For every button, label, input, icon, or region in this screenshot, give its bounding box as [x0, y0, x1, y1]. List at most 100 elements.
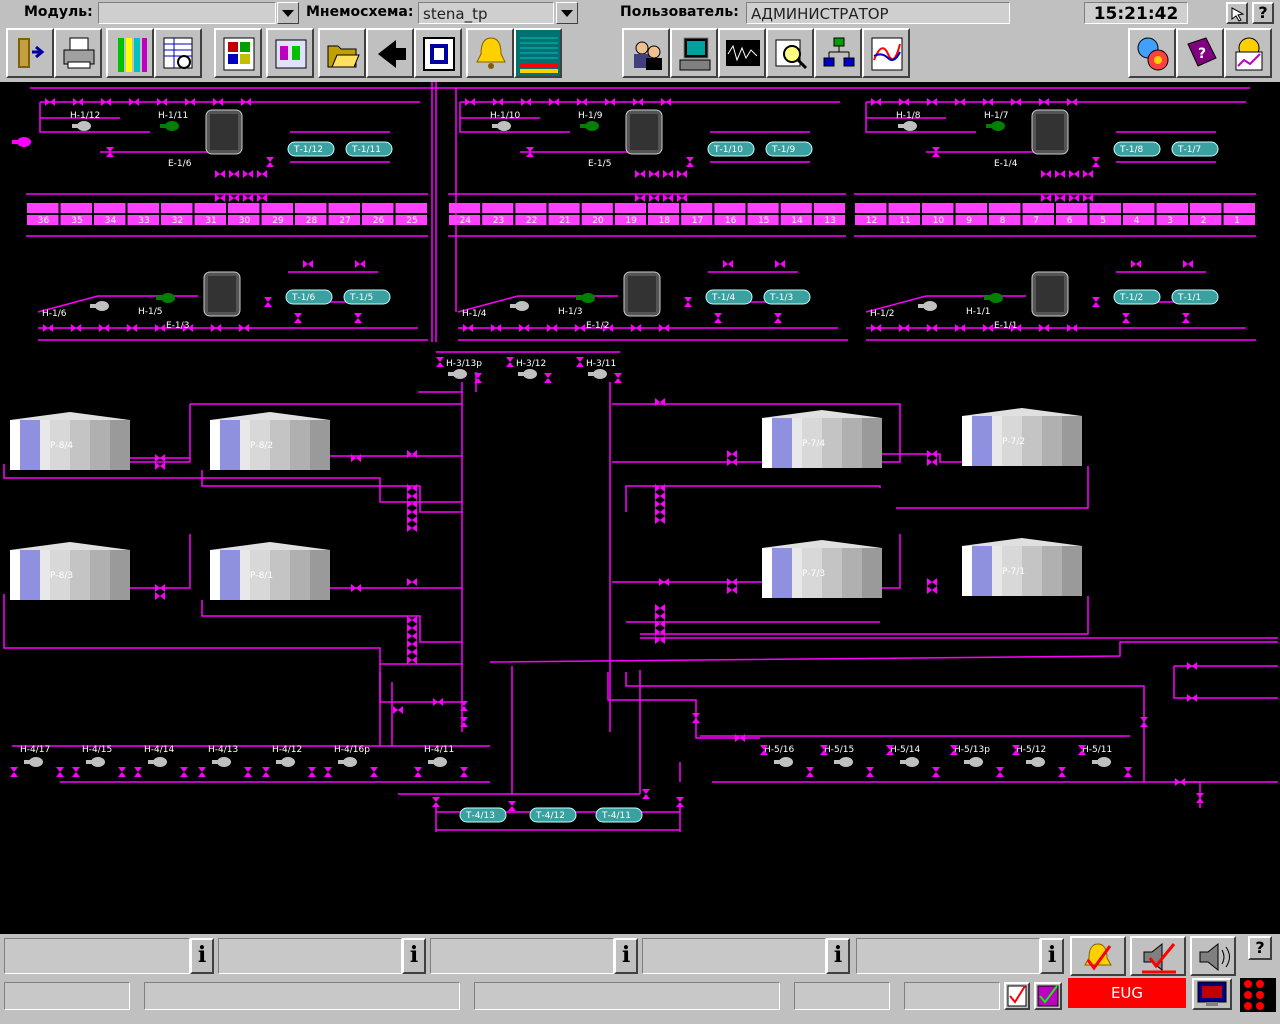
- module-dropdown-button[interactable]: [277, 2, 299, 24]
- valve[interactable]: [506, 357, 514, 367]
- valve[interactable]: [774, 313, 782, 323]
- valve[interactable]: [642, 789, 650, 799]
- valve[interactable]: [351, 454, 361, 462]
- help-book-button[interactable]: ?: [1176, 28, 1224, 78]
- alarm-bell-button[interactable]: [466, 28, 514, 78]
- valve[interactable]: [655, 612, 665, 620]
- info-button-5[interactable]: i: [1040, 938, 1064, 974]
- info-button-3[interactable]: i: [614, 938, 638, 974]
- valve[interactable]: [577, 98, 587, 106]
- manifold-cell[interactable]: [747, 203, 779, 213]
- valve[interactable]: [1067, 98, 1077, 106]
- valve[interactable]: [927, 578, 937, 586]
- valve[interactable]: [407, 624, 417, 632]
- manifold-cell[interactable]: [955, 203, 988, 213]
- pump[interactable]: [898, 121, 917, 131]
- valve[interactable]: [244, 767, 252, 777]
- vessel-tank[interactable]: [625, 109, 663, 155]
- valve[interactable]: [264, 297, 272, 307]
- valve[interactable]: [899, 324, 909, 332]
- valve[interactable]: [474, 373, 482, 383]
- manifold-cell[interactable]: [127, 203, 160, 213]
- valve[interactable]: [460, 717, 468, 727]
- pump[interactable]: [338, 757, 357, 767]
- valve[interactable]: [775, 260, 785, 268]
- pump[interactable]: [276, 757, 295, 767]
- valve[interactable]: [605, 98, 615, 106]
- valve[interactable]: [243, 194, 253, 202]
- valve[interactable]: [649, 170, 659, 178]
- valve[interactable]: [659, 324, 669, 332]
- valve[interactable]: [727, 586, 737, 594]
- valve[interactable]: [508, 801, 516, 811]
- valve[interactable]: [257, 194, 267, 202]
- valve[interactable]: [407, 492, 417, 500]
- alarm-ack-button[interactable]: [1070, 936, 1126, 976]
- valve[interactable]: [684, 297, 692, 307]
- valve[interactable]: [491, 324, 501, 332]
- valve[interactable]: [155, 462, 165, 470]
- valve[interactable]: [155, 454, 165, 462]
- valve[interactable]: [983, 324, 993, 332]
- valve[interactable]: [1092, 297, 1100, 307]
- valve[interactable]: [407, 524, 417, 532]
- valve[interactable]: [1011, 98, 1021, 106]
- valve[interactable]: [676, 797, 684, 807]
- manifold-cell[interactable]: [228, 203, 260, 213]
- valve[interactable]: [229, 170, 239, 178]
- monitor-button[interactable]: [1192, 978, 1232, 1010]
- manifold-cell[interactable]: [395, 203, 428, 213]
- open-folder-button[interactable]: [318, 28, 366, 78]
- valve[interactable]: [659, 578, 669, 586]
- manifold-cell[interactable]: [515, 203, 547, 213]
- manifold-cell[interactable]: [1190, 203, 1222, 213]
- back-button[interactable]: [366, 28, 414, 78]
- check-button[interactable]: [1004, 982, 1030, 1010]
- valve[interactable]: [155, 592, 165, 600]
- pump[interactable]: [984, 293, 1003, 303]
- pump[interactable]: [576, 293, 595, 303]
- valve[interactable]: [155, 324, 165, 332]
- valve[interactable]: [370, 767, 378, 777]
- valve[interactable]: [677, 170, 687, 178]
- valve[interactable]: [727, 458, 737, 466]
- valve[interactable]: [407, 484, 417, 492]
- valve[interactable]: [655, 492, 665, 500]
- pump[interactable]: [986, 121, 1005, 131]
- valve[interactable]: [1039, 98, 1049, 106]
- manifold-cell[interactable]: [261, 203, 294, 213]
- manifold-cell[interactable]: [194, 203, 227, 213]
- valve[interactable]: [655, 516, 665, 524]
- valve[interactable]: [407, 450, 417, 458]
- valve[interactable]: [955, 324, 965, 332]
- valve[interactable]: [262, 767, 270, 777]
- valve[interactable]: [155, 584, 165, 592]
- valve[interactable]: [185, 98, 195, 106]
- operator-terminal-button[interactable]: [670, 28, 718, 78]
- valve[interactable]: [575, 324, 585, 332]
- valve[interactable]: [1055, 170, 1065, 178]
- valve[interactable]: [1187, 694, 1197, 702]
- pump[interactable]: [428, 757, 447, 767]
- trend-wave-button[interactable]: [718, 28, 766, 78]
- valve[interactable]: [407, 500, 417, 508]
- help-button[interactable]: ?: [1252, 2, 1274, 24]
- pump[interactable]: [1026, 757, 1045, 767]
- graph-window-button[interactable]: [1224, 28, 1272, 78]
- pump[interactable]: [90, 301, 109, 311]
- valve[interactable]: [180, 767, 188, 777]
- manifold-cell[interactable]: [813, 203, 845, 213]
- valve[interactable]: [655, 500, 665, 508]
- valve[interactable]: [215, 170, 225, 178]
- valve[interactable]: [1041, 170, 1051, 178]
- manifold-cell[interactable]: [1056, 203, 1088, 213]
- valve[interactable]: [436, 357, 444, 367]
- valve[interactable]: [433, 698, 443, 706]
- valve[interactable]: [127, 324, 137, 332]
- vessel-tank[interactable]: [1031, 109, 1069, 155]
- valve[interactable]: [996, 767, 1004, 777]
- users-button[interactable]: [622, 28, 670, 78]
- valve[interactable]: [635, 194, 645, 202]
- manifold-cell[interactable]: [648, 203, 680, 213]
- manifold-cell[interactable]: [27, 203, 59, 213]
